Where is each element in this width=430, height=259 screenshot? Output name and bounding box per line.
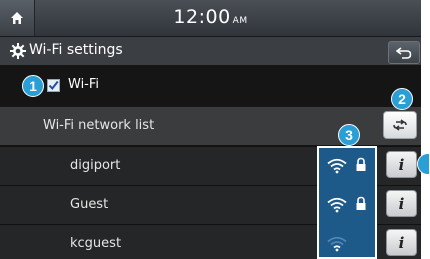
wifi-signal-weak-icon	[327, 236, 347, 252]
wifi-checkbox[interactable]	[47, 79, 60, 92]
network-info-button[interactable]: i	[386, 190, 417, 217]
signal-cell	[319, 187, 375, 225]
clock-time: 12:00	[173, 6, 231, 28]
info-icon: i	[398, 194, 405, 213]
back-button[interactable]	[388, 41, 420, 64]
title-bar: Wi-Fi settings	[0, 37, 421, 65]
callout-badge-1: 1	[22, 75, 44, 97]
network-name: kcguest	[70, 236, 122, 251]
network-name: digiport	[70, 158, 121, 173]
network-info-button[interactable]: i	[386, 229, 417, 256]
refresh-button[interactable]	[383, 111, 417, 139]
wifi-toggle-row[interactable]: Wi-Fi	[0, 67, 421, 105]
signal-cell	[319, 148, 375, 186]
info-icon: i	[398, 155, 405, 174]
gear-icon	[10, 43, 26, 59]
clock-ampm: AM	[232, 16, 248, 26]
info-icon: i	[398, 233, 405, 252]
refresh-icon	[393, 119, 407, 131]
wifi-signal-strong-icon	[327, 197, 347, 213]
network-list-label: Wi-Fi network list	[43, 118, 155, 133]
signal-strength-column	[317, 146, 377, 259]
callout-badge-3: 3	[338, 124, 360, 146]
lock-icon	[356, 196, 366, 210]
back-arrow-icon	[396, 46, 412, 59]
page-title: Wi-Fi settings	[29, 42, 123, 58]
wifi-label: Wi-Fi	[68, 77, 100, 92]
checkmark-icon	[48, 80, 59, 91]
wifi-signal-strong-icon	[327, 158, 347, 174]
clock: 12:00 AM	[0, 6, 421, 28]
callout-badge-2: 2	[391, 88, 413, 110]
network-info-button[interactable]: i	[386, 151, 417, 178]
network-name: Guest	[70, 197, 109, 212]
signal-cell	[319, 226, 375, 259]
lock-icon	[356, 157, 366, 171]
status-bar: 12:00 AM	[0, 0, 421, 37]
